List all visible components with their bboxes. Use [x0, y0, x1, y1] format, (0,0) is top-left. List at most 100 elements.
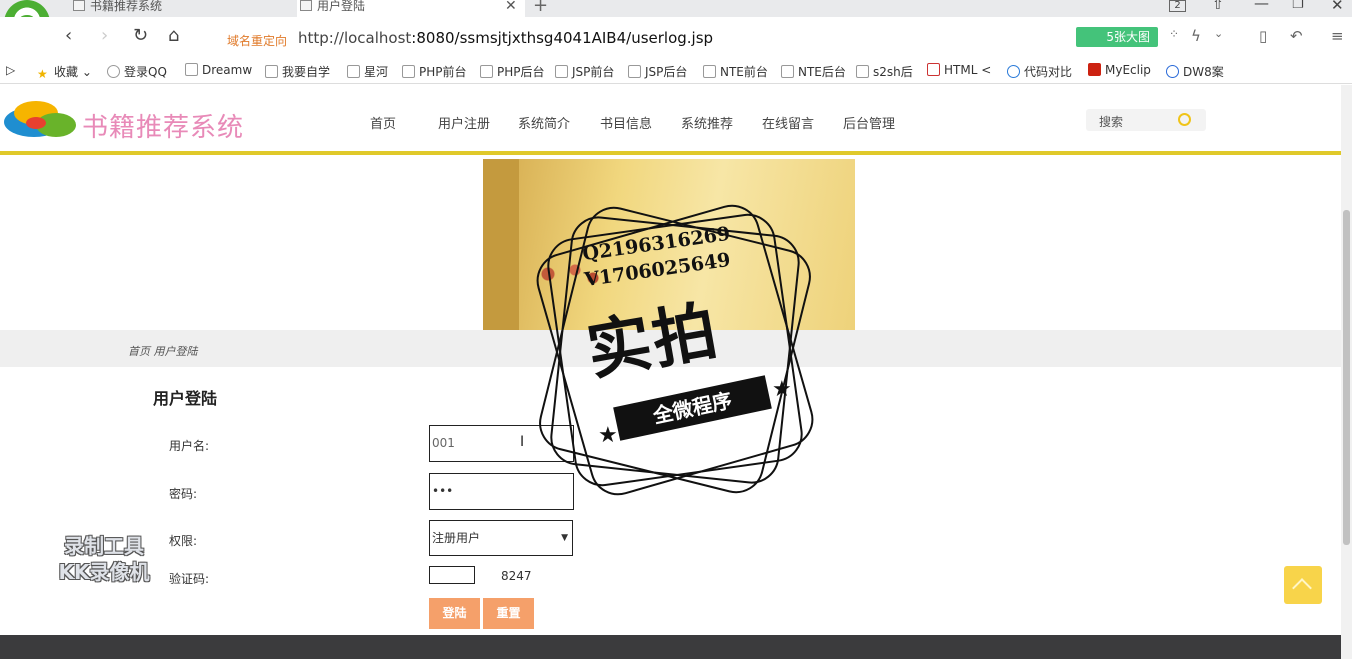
new-tab-icon[interactable]: +: [533, 0, 548, 16]
form-title: 用户登陆: [153, 389, 218, 408]
bookmark-item[interactable]: s2sh后: [856, 63, 913, 80]
bookmarks-bar: ▷ ★ 收藏 ⌄ 登录QQ Dreamw 我要自学 星河 PHP前台 PHP后台 …: [0, 57, 1352, 84]
bookmark-item[interactable]: 星河: [347, 63, 388, 80]
search-input[interactable]: 搜索: [1099, 113, 1123, 130]
page-icon: [781, 65, 794, 78]
url-path: :8080/ssmsjtjxthsg4041AIB4/userlog.jsp: [411, 29, 714, 47]
bookmark-item[interactable]: PHP前台: [402, 63, 467, 80]
nav-item-admin[interactable]: 后台管理: [843, 113, 895, 132]
text-cursor-icon: I: [520, 434, 525, 450]
recorder-watermark: 录制工具 KK录像机: [34, 533, 174, 585]
page-icon: [402, 65, 415, 78]
nav-item-message[interactable]: 在线留言: [762, 113, 814, 132]
nav-item-books[interactable]: 书目信息: [600, 113, 652, 132]
big-pictures-button[interactable]: 5张大图: [1076, 27, 1158, 47]
captcha-code: 8247: [501, 569, 532, 583]
star-icon: ★: [598, 423, 618, 448]
star-icon: ★: [37, 67, 48, 81]
search-box[interactable]: 搜索: [1086, 109, 1206, 131]
sidebar-toggle-icon[interactable]: ▷: [6, 63, 15, 77]
bookmark-item[interactable]: NTE后台: [781, 63, 846, 80]
bookmark-item[interactable]: JSP后台: [628, 63, 687, 80]
scrollbar-thumb[interactable]: [1343, 210, 1350, 545]
page-icon: [628, 65, 641, 78]
tab-book-system[interactable]: 书籍推荐系统: [70, 0, 290, 17]
back-to-top-button[interactable]: [1284, 566, 1322, 604]
site-header: 书籍推荐系统 首页 用户注册 系统简介 书目信息 系统推荐 在线留言 后台管理 …: [0, 85, 1341, 155]
password-label: 密码:: [169, 487, 198, 501]
compare-icon: [1007, 65, 1020, 78]
redirect-label[interactable]: 域名重定向: [227, 32, 287, 49]
breadcrumb-text: 首页 用户登陆: [128, 345, 198, 358]
qq-icon: [107, 65, 120, 78]
page-scrollbar[interactable]: [1341, 85, 1352, 659]
nav-item-recommend[interactable]: 系统推荐: [681, 113, 733, 132]
page-favicon-icon: [300, 0, 312, 11]
bookmark-item[interactable]: NTE前台: [703, 63, 768, 80]
apps-icon[interactable]: ⁘: [1169, 27, 1179, 41]
login-button[interactable]: 登陆: [429, 598, 480, 629]
page-icon: [480, 65, 493, 78]
bookmark-item[interactable]: MyEclip: [1088, 63, 1151, 77]
nav-item-register[interactable]: 用户注册: [438, 113, 490, 132]
page-icon: [555, 65, 568, 78]
tab-label: 用户登陆: [317, 0, 366, 13]
undo-icon[interactable]: ↶: [1290, 27, 1303, 45]
tab-count-badge[interactable]: 2: [1169, 0, 1186, 12]
bookmark-item[interactable]: JSP前台: [555, 63, 614, 80]
tab-label: 书籍推荐系统: [90, 0, 163, 13]
address-bar: ‹ › ↻ ⌂ 域名重定向 http://localhost:8080/ssms…: [0, 17, 1352, 57]
captcha-input[interactable]: [429, 566, 475, 584]
bookmark-item[interactable]: DW8案: [1166, 63, 1224, 80]
nav-item-intro[interactable]: 系统简介: [518, 113, 570, 132]
minimize-icon[interactable]: —: [1254, 0, 1269, 12]
tab-user-login[interactable]: 用户登陆: [297, 0, 525, 17]
username-label: 用户名:: [169, 439, 210, 453]
url-field[interactable]: http://localhost:8080/ssmsjtjxthsg4041AI…: [298, 29, 713, 47]
recorder-line-1: 录制工具: [64, 534, 144, 558]
reset-button[interactable]: 重置: [483, 598, 534, 629]
reload-icon[interactable]: ↻: [133, 25, 148, 46]
bookmark-item[interactable]: HTML <: [927, 63, 991, 77]
page-icon: [265, 65, 278, 78]
recorder-line-2: KK录像机: [58, 560, 150, 584]
star-icon: ★: [772, 377, 792, 402]
bookmark-item[interactable]: Dreamw: [185, 63, 252, 77]
paw-icon: [1166, 65, 1179, 78]
back-icon[interactable]: ‹: [65, 25, 72, 46]
url-host: http://localhost: [298, 29, 412, 47]
home-icon[interactable]: ⌂: [168, 25, 179, 46]
page-icon: [347, 65, 360, 78]
close-tab-icon[interactable]: ✕: [505, 0, 517, 14]
site-footer: [0, 635, 1341, 659]
bookmark-item[interactable]: 我要自学: [265, 63, 330, 80]
page-icon: [703, 65, 716, 78]
bookmark-item[interactable]: ★ 收藏 ⌄: [37, 63, 92, 81]
chevron-down-icon[interactable]: ⌄: [1214, 27, 1223, 40]
bookmark-item[interactable]: 登录QQ: [107, 63, 167, 80]
myeclipse-icon: [1088, 63, 1101, 76]
bookmark-item[interactable]: 代码对比: [1007, 63, 1072, 80]
window-close-icon[interactable]: ✕: [1331, 0, 1344, 14]
watermark-stamp: Q2196316269 V1706025649 实拍 全微程序 ★ ★: [520, 195, 830, 505]
bookmark-page-icon[interactable]: ▯: [1259, 27, 1267, 45]
menu-icon[interactable]: ≡: [1331, 27, 1344, 45]
captcha-label: 验证码:: [169, 572, 210, 586]
search-icon[interactable]: [1178, 113, 1191, 126]
site-title: 书籍推荐系统: [82, 113, 245, 143]
role-selected-value: 注册用户: [432, 531, 481, 545]
browser-tab-strip: 书籍推荐系统 用户登陆 ✕ + 2 ⇧ — ❐ ✕: [0, 0, 1352, 17]
chevron-down-icon: ▼: [561, 533, 568, 543]
image-icon: [856, 65, 869, 78]
lightning-icon[interactable]: ϟ: [1191, 27, 1201, 45]
site-logo-icon[interactable]: [4, 101, 80, 141]
forward-icon[interactable]: ›: [101, 25, 108, 46]
page-favicon-icon: [73, 0, 85, 11]
html-icon: [927, 63, 940, 76]
skin-icon[interactable]: ⇧: [1212, 0, 1224, 13]
nav-item-home[interactable]: 首页: [370, 113, 396, 132]
bookmark-item[interactable]: PHP后台: [480, 63, 545, 80]
role-select[interactable]: 注册用户 ▼: [429, 520, 573, 556]
restore-icon[interactable]: ❐: [1292, 0, 1304, 12]
page-icon: [185, 63, 198, 76]
